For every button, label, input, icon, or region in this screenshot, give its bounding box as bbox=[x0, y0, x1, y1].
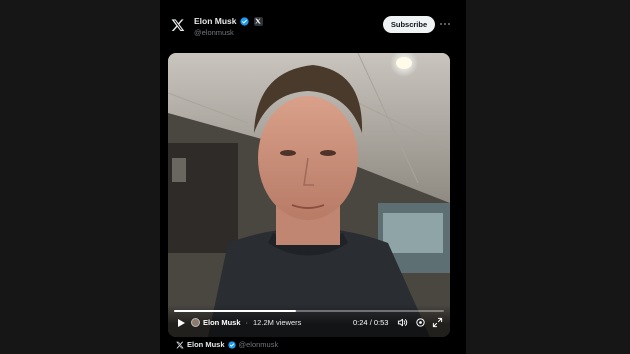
affiliate-x-icon bbox=[253, 16, 263, 26]
play-icon[interactable] bbox=[176, 318, 186, 328]
more-options-icon[interactable] bbox=[440, 20, 452, 28]
volume-icon[interactable] bbox=[397, 317, 408, 328]
right-backdrop bbox=[466, 0, 630, 354]
author-name[interactable]: Elon Musk bbox=[194, 16, 237, 26]
video-controls: Elon Musk · 12.2M viewers 0:24 / 0:53 bbox=[168, 305, 450, 337]
verified-badge-icon bbox=[227, 340, 236, 349]
quoted-author-handle[interactable]: @elonmusk bbox=[239, 340, 279, 349]
post-header: Elon Musk @elonmusk Subscribe bbox=[160, 0, 466, 48]
host-name: Elon Musk bbox=[203, 318, 241, 327]
author-handle[interactable]: @elonmusk bbox=[194, 28, 234, 37]
left-backdrop bbox=[0, 0, 160, 354]
progress-fill bbox=[174, 310, 296, 312]
host-avatar bbox=[191, 318, 200, 327]
author-name-row[interactable]: Elon Musk bbox=[194, 16, 263, 26]
video-frame bbox=[168, 53, 450, 337]
quoted-author-name[interactable]: Elon Musk bbox=[187, 340, 225, 349]
host-separator: · bbox=[245, 318, 249, 327]
x-logo-icon[interactable] bbox=[171, 18, 185, 32]
progress-bar[interactable] bbox=[174, 310, 444, 312]
elapsed-time: 0:24 bbox=[353, 318, 368, 327]
subscribe-button[interactable]: Subscribe bbox=[383, 16, 435, 33]
playback-time: 0:24 / 0:53 bbox=[353, 318, 388, 327]
video-player[interactable]: Elon Musk · 12.2M viewers 0:24 / 0:53 bbox=[168, 53, 450, 337]
settings-icon[interactable] bbox=[415, 317, 426, 328]
live-host[interactable]: Elon Musk · 12.2M viewers bbox=[191, 318, 301, 327]
post-card: Elon Musk @elonmusk Subscribe Elon Musk … bbox=[160, 0, 466, 354]
fullscreen-icon[interactable] bbox=[432, 317, 443, 328]
verified-badge-icon bbox=[239, 16, 249, 26]
total-duration: 0:53 bbox=[373, 318, 389, 327]
viewer-count: 12.2M viewers bbox=[253, 318, 302, 327]
quoted-author-row[interactable]: Elon Musk @elonmusk bbox=[176, 340, 278, 349]
x-logo-icon bbox=[176, 341, 184, 348]
